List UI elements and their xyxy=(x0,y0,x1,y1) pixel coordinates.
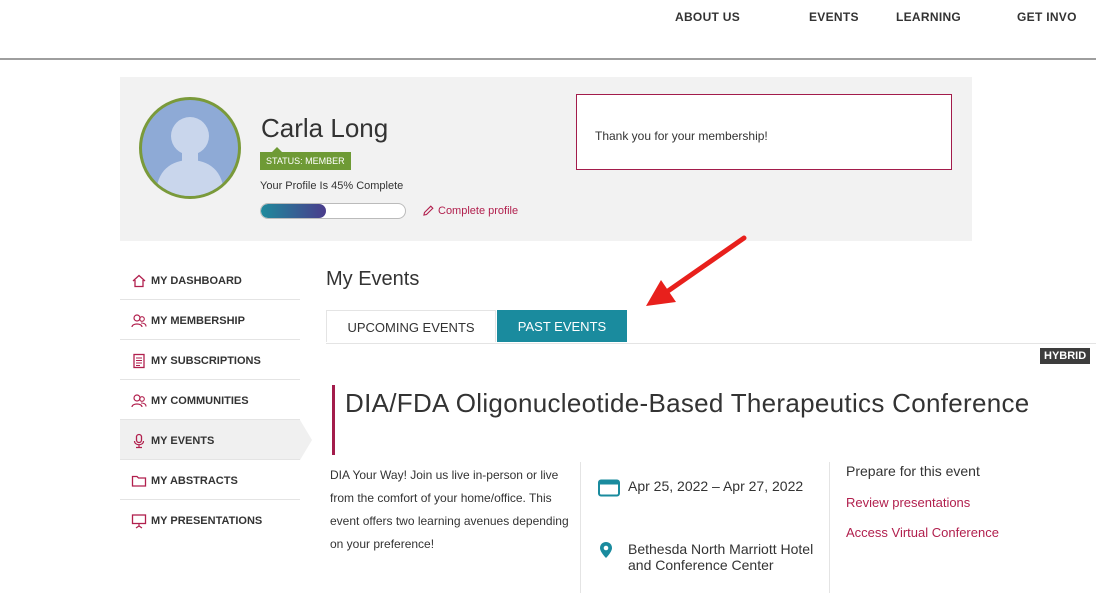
sidebar-item-label: MY ABSTRACTS xyxy=(151,475,238,487)
page-title: My Events xyxy=(326,268,420,290)
events-tabs: UPCOMING EVENTS PAST EVENTS xyxy=(326,310,1096,344)
sidebar-item-my-abstracts[interactable]: MY ABSTRACTS xyxy=(120,460,300,500)
nav-get-involved[interactable]: GET INVO xyxy=(1017,10,1077,24)
event-accent-bar xyxy=(332,385,335,455)
members-icon xyxy=(131,314,147,328)
nav-learning[interactable]: LEARNING xyxy=(896,10,961,24)
status-badge: STATUS: MEMBER xyxy=(260,147,351,170)
column-divider xyxy=(829,462,830,593)
sidebar-item-label: MY EVENTS xyxy=(151,435,215,447)
tab-upcoming-events[interactable]: UPCOMING EVENTS xyxy=(326,310,496,342)
user-name: Carla Long xyxy=(261,113,389,143)
document-icon xyxy=(133,353,145,369)
column-divider xyxy=(580,462,581,593)
sidebar-item-my-dashboard[interactable]: MY DASHBOARD xyxy=(120,260,300,300)
hybrid-badge: HYBRID xyxy=(1040,348,1091,364)
membership-message-box: Thank you for your membership! xyxy=(576,94,952,170)
sidebar-item-my-presentations[interactable]: MY PRESENTATIONS xyxy=(120,500,300,540)
profile-completion-text: Your Profile Is 45% Complete xyxy=(260,180,404,192)
access-virtual-conference-link[interactable]: Access Virtual Conference xyxy=(846,525,999,540)
prepare-heading: Prepare for this event xyxy=(846,463,980,479)
membership-message: Thank you for your membership! xyxy=(595,129,768,143)
pencil-icon xyxy=(423,205,434,216)
complete-profile-label: Complete profile xyxy=(438,205,519,217)
event-description: DIA Your Way! Join us live in-person or … xyxy=(330,468,569,551)
sidebar-item-label: MY SUBSCRIPTIONS xyxy=(151,355,261,367)
home-icon xyxy=(132,274,146,288)
event-title[interactable]: DIA/FDA Oligonucleotide-Based Therapeuti… xyxy=(345,386,1065,420)
profile-progress-bar xyxy=(260,203,406,219)
sidebar-item-label: MY COMMUNITIES xyxy=(151,395,249,407)
sidebar-item-label: MY DASHBOARD xyxy=(151,275,242,287)
review-presentations-link[interactable]: Review presentations xyxy=(846,495,970,510)
members-icon xyxy=(131,394,147,408)
presentation-icon xyxy=(131,514,147,529)
location-pin-icon xyxy=(600,542,612,558)
profile-panel: Carla Long STATUS: MEMBER Your Profile I… xyxy=(120,77,972,241)
microphone-icon xyxy=(133,433,145,449)
calendar-icon xyxy=(598,479,620,497)
top-navigation: ABOUT US EVENTS LEARNING GET INVO xyxy=(0,0,1096,60)
avatar-silhouette-icon xyxy=(156,117,224,196)
account-sidebar: MY DASHBOARD MY MEMBERSHIP MY SUBSCRIPTI… xyxy=(120,260,312,540)
avatar[interactable] xyxy=(139,97,241,199)
profile-progress-fill xyxy=(261,204,326,218)
event-location: Bethesda North Marriott Hotel and Confer… xyxy=(628,541,814,573)
sidebar-item-my-membership[interactable]: MY MEMBERSHIP xyxy=(120,300,300,340)
sidebar-item-label: MY MEMBERSHIP xyxy=(151,315,245,327)
folder-icon xyxy=(131,475,147,487)
nav-events[interactable]: EVENTS xyxy=(809,10,859,24)
tab-past-events[interactable]: PAST EVENTS xyxy=(497,310,627,342)
sidebar-item-label: MY PRESENTATIONS xyxy=(151,515,263,527)
sidebar-item-my-communities[interactable]: MY COMMUNITIES xyxy=(120,380,300,420)
event-date: Apr 25, 2022 – Apr 27, 2022 xyxy=(628,478,804,494)
sidebar-item-my-events[interactable]: MY EVENTS xyxy=(120,420,312,460)
sidebar-item-my-subscriptions[interactable]: MY SUBSCRIPTIONS xyxy=(120,340,300,380)
nav-about-us[interactable]: ABOUT US xyxy=(675,10,740,24)
complete-profile-link[interactable]: Complete profile xyxy=(423,205,518,217)
